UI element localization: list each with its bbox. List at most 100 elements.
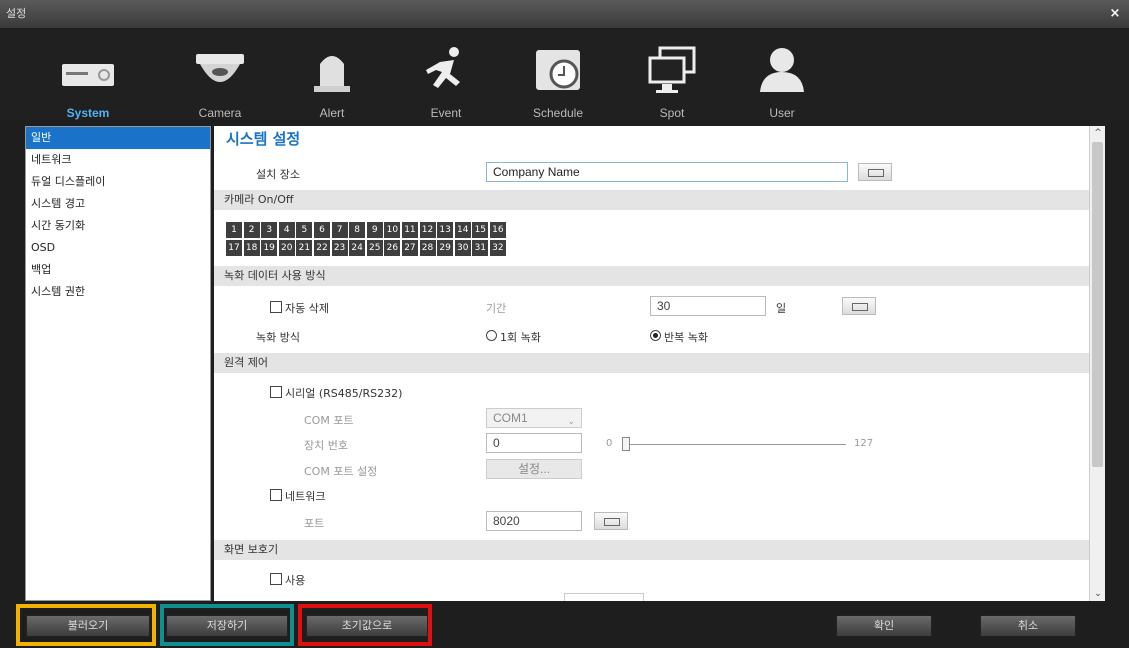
- window-titlebar: 설정 ×: [0, 0, 1129, 28]
- category-label: User: [769, 106, 795, 120]
- sidebar-item-network[interactable]: 네트워크: [26, 149, 210, 171]
- screensaver-use-label: 사용: [285, 574, 306, 587]
- camera-toggle-17[interactable]: 17: [226, 240, 242, 256]
- camera-toggle-13[interactable]: 13: [437, 222, 454, 238]
- category-label: System: [66, 106, 110, 120]
- record-once-radio[interactable]: [486, 330, 497, 341]
- settings-sidebar: 일반 네트워크 듀얼 디스플레이 시스템 경고 시간 동기화 OSD 백업 시스…: [25, 126, 211, 601]
- camera-toggle-25[interactable]: 25: [366, 240, 383, 256]
- camera-toggle-4[interactable]: 4: [278, 222, 295, 238]
- auto-delete-checkbox[interactable]: [270, 301, 282, 313]
- section-recording: 녹화 데이터 사용 방식: [214, 266, 1089, 286]
- keyboard-icon[interactable]: [594, 512, 628, 530]
- content-scrollbar[interactable]: ^ ⌄: [1089, 126, 1105, 601]
- port-label: 포트: [304, 517, 325, 530]
- cancel-button[interactable]: 취소: [980, 615, 1076, 637]
- camera-toggle-2[interactable]: 2: [243, 222, 260, 238]
- camera-toggle-5[interactable]: 5: [296, 222, 313, 238]
- record-repeat-radio[interactable]: [650, 330, 661, 341]
- sidebar-item-dual-display[interactable]: 듀얼 디스플레이: [26, 171, 210, 193]
- ok-button[interactable]: 확인: [836, 615, 932, 637]
- device-number-slider-track[interactable]: [622, 444, 846, 445]
- camera-toggle-7[interactable]: 7: [331, 222, 348, 238]
- com-port-label: COM 포트: [304, 414, 354, 427]
- scroll-up-icon[interactable]: ^: [1090, 126, 1106, 140]
- period-unit: 일: [776, 302, 787, 315]
- port-input[interactable]: 8020: [486, 511, 582, 531]
- sidebar-item-system-alert[interactable]: 시스템 경고: [26, 193, 210, 215]
- camera-toggle-30[interactable]: 30: [454, 240, 471, 256]
- camera-toggle-29[interactable]: 29: [437, 240, 454, 256]
- camera-toggle-22[interactable]: 22: [313, 240, 330, 256]
- camera-toggle-23[interactable]: 23: [331, 240, 348, 256]
- category-system[interactable]: System: [40, 36, 136, 120]
- scroll-down-icon[interactable]: ⌄: [1090, 587, 1106, 601]
- network-label: 네트워크: [285, 490, 326, 503]
- camera-toggle-8[interactable]: 8: [349, 222, 366, 238]
- page-title: 시스템 설정: [226, 130, 301, 148]
- camera-toggle-31[interactable]: 31: [472, 240, 489, 256]
- category-schedule[interactable]: Schedule: [510, 36, 606, 120]
- install-location-label: 설치 장소: [256, 168, 300, 181]
- category-label: Camera: [198, 106, 242, 120]
- camera-toggle-15[interactable]: 15: [472, 222, 489, 238]
- recording-method-label: 녹화 방식: [256, 331, 300, 344]
- scrollbar-thumb[interactable]: [1092, 142, 1103, 467]
- category-spot[interactable]: Spot: [624, 36, 720, 120]
- reset-highlight-box: [298, 604, 432, 646]
- camera-toggle-10[interactable]: 10: [384, 222, 401, 238]
- camera-toggle-16[interactable]: 16: [489, 222, 506, 238]
- sidebar-item-osd[interactable]: OSD: [26, 237, 210, 259]
- camera-toggle-3[interactable]: 3: [261, 222, 278, 238]
- sidebar-item-general[interactable]: 일반: [26, 127, 210, 149]
- com-port-setting-button[interactable]: 설정...: [486, 459, 582, 479]
- category-camera[interactable]: Camera: [172, 36, 268, 120]
- sidebar-item-system-permission[interactable]: 시스템 권한: [26, 281, 210, 303]
- close-icon[interactable]: ×: [1105, 4, 1125, 24]
- camera-toggle-26[interactable]: 26: [384, 240, 401, 256]
- device-number-input[interactable]: 0: [486, 433, 582, 453]
- category-label: Schedule: [532, 106, 584, 120]
- category-event[interactable]: Event: [398, 36, 494, 120]
- keyboard-icon[interactable]: [842, 297, 876, 315]
- camera-toggle-18[interactable]: 18: [243, 240, 260, 256]
- serial-checkbox[interactable]: [270, 386, 282, 398]
- camera-toggle-6[interactable]: 6: [313, 222, 330, 238]
- network-checkbox[interactable]: [270, 489, 282, 501]
- chevron-down-icon: ⌄: [567, 416, 575, 426]
- camera-toggle-19[interactable]: 19: [261, 240, 278, 256]
- camera-toggle-11[interactable]: 11: [401, 222, 418, 238]
- system-icon: [62, 64, 114, 86]
- category-user[interactable]: User: [734, 36, 830, 120]
- period-input[interactable]: 30: [650, 296, 766, 316]
- keyboard-icon[interactable]: [858, 163, 892, 181]
- alert-icon: [314, 56, 350, 92]
- category-alert[interactable]: Alert: [284, 36, 380, 120]
- camera-toggle-24[interactable]: 24: [349, 240, 366, 256]
- window-title: 설정: [6, 7, 27, 20]
- sidebar-item-backup[interactable]: 백업: [26, 259, 210, 281]
- camera-toggle-grid: 1 2 3 4 5 6 7 8 9 10 11 12 13 14 15 16 17 18 19 20 21 22 23 24…: [226, 222, 508, 258]
- screensaver-input-partial[interactable]: [564, 593, 644, 601]
- camera-toggle-32[interactable]: 32: [489, 240, 506, 256]
- sidebar-item-time-sync[interactable]: 시간 동기화: [26, 215, 210, 237]
- camera-toggle-9[interactable]: 9: [366, 222, 383, 238]
- camera-toggle-14[interactable]: 14: [454, 222, 471, 238]
- camera-toggle-12[interactable]: 12: [419, 222, 436, 238]
- period-label: 기간: [486, 302, 507, 315]
- install-location-input[interactable]: Company Name: [486, 162, 848, 182]
- com-port-setting-label: COM 포트 설정: [304, 465, 378, 478]
- camera-toggle-20[interactable]: 20: [278, 240, 295, 256]
- section-camera-onoff: 카메라 On/Off: [214, 190, 1089, 210]
- device-number-label: 장치 번호: [304, 439, 348, 452]
- camera-toggle-21[interactable]: 21: [296, 240, 313, 256]
- camera-toggle-28[interactable]: 28: [419, 240, 436, 256]
- camera-toggle-1[interactable]: 1: [226, 222, 242, 238]
- slider-min-label: 0: [606, 438, 613, 449]
- device-number-slider-thumb[interactable]: [622, 437, 630, 451]
- camera-icon: [196, 54, 244, 82]
- section-screensaver: 화면 보호기: [214, 540, 1089, 560]
- screensaver-use-checkbox[interactable]: [270, 573, 282, 585]
- com-port-select[interactable]: COM1 ⌄: [486, 408, 582, 428]
- camera-toggle-27[interactable]: 27: [401, 240, 418, 256]
